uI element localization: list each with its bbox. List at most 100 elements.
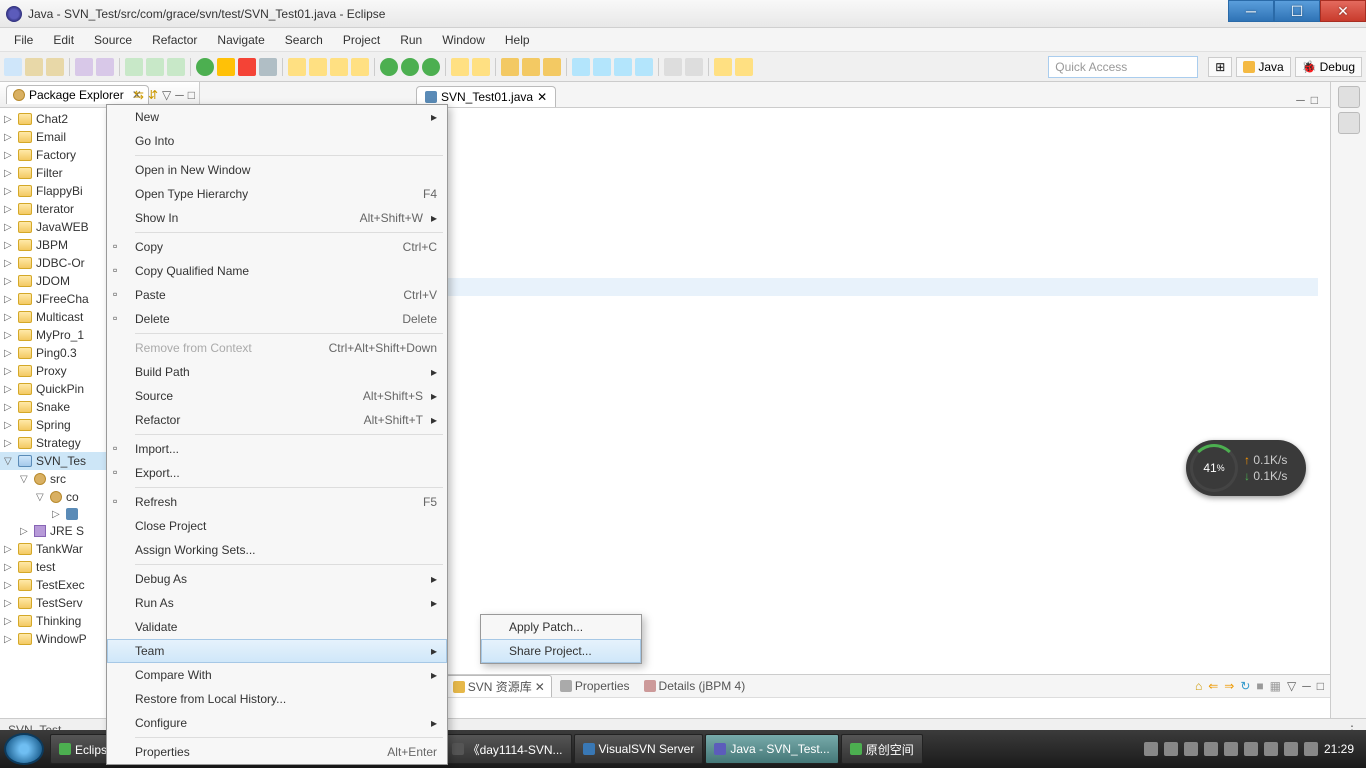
- menu-item-build-path[interactable]: Build Path▸: [107, 360, 447, 384]
- step-return-icon[interactable]: [330, 58, 348, 76]
- tool-icon[interactable]: [167, 58, 185, 76]
- details-tab[interactable]: Details (jBPM 4): [638, 677, 752, 695]
- stop-icon[interactable]: ■: [1256, 679, 1263, 693]
- back-icon[interactable]: ⇐: [1208, 679, 1218, 693]
- open-type-icon[interactable]: [501, 58, 519, 76]
- open-perspective-button[interactable]: ⊞: [1208, 57, 1232, 77]
- menu-run[interactable]: Run: [390, 30, 432, 50]
- new-package-icon[interactable]: [451, 58, 469, 76]
- resume-icon[interactable]: [196, 58, 214, 76]
- tray-icon[interactable]: [1264, 742, 1278, 756]
- forward-icon[interactable]: ⇒: [1224, 679, 1234, 693]
- menu-refactor[interactable]: Refactor: [142, 30, 207, 50]
- tray-icon[interactable]: [1244, 742, 1258, 756]
- menu-item-paste[interactable]: ▫PasteCtrl+V: [107, 283, 447, 307]
- menu-item-properties[interactable]: PropertiesAlt+Enter: [107, 740, 447, 764]
- tool-icon[interactable]: [593, 58, 611, 76]
- menu-item-close-project[interactable]: Close Project: [107, 514, 447, 538]
- home-icon[interactable]: ⌂: [1195, 679, 1202, 693]
- network-widget[interactable]: 41% 0.1K/s 0.1K/s: [1186, 440, 1306, 496]
- menu-navigate[interactable]: Navigate: [207, 30, 274, 50]
- stop-icon[interactable]: [238, 58, 256, 76]
- new-class-icon[interactable]: [472, 58, 490, 76]
- menu-window[interactable]: Window: [432, 30, 495, 50]
- menu-item-new[interactable]: New▸: [107, 105, 447, 129]
- tool-icon[interactable]: [664, 58, 682, 76]
- run-icon[interactable]: [401, 58, 419, 76]
- search-icon[interactable]: [543, 58, 561, 76]
- maximize-button[interactable]: ☐: [1274, 0, 1320, 22]
- task-list-icon[interactable]: [1338, 112, 1360, 134]
- menu-source[interactable]: Source: [84, 30, 142, 50]
- view-menu-icon[interactable]: ▽: [162, 88, 171, 102]
- taskbar-item[interactable]: Java - SVN_Test...: [705, 734, 838, 764]
- menu-item-validate[interactable]: Validate: [107, 615, 447, 639]
- close-icon[interactable]: ✕: [537, 90, 547, 104]
- menu-item-restore-from-local-history-[interactable]: Restore from Local History...: [107, 687, 447, 711]
- menu-item-delete[interactable]: ▫DeleteDelete: [107, 307, 447, 331]
- clock[interactable]: 21:29: [1324, 742, 1354, 756]
- submenu-item-apply-patch-[interactable]: Apply Patch...: [481, 615, 641, 639]
- menu-item-copy-qualified-name[interactable]: ▫Copy Qualified Name: [107, 259, 447, 283]
- properties-tab[interactable]: Properties: [554, 677, 636, 695]
- menu-file[interactable]: File: [4, 30, 43, 50]
- tool-icon[interactable]: ▦: [1270, 679, 1281, 693]
- close-icon[interactable]: ✕: [535, 680, 545, 694]
- link-editor-icon[interactable]: ⇵: [148, 88, 158, 102]
- minimize-view-icon[interactable]: ─: [175, 88, 184, 102]
- tray-icon[interactable]: [1184, 742, 1198, 756]
- collapse-all-icon[interactable]: ⇆: [134, 88, 144, 102]
- quick-access-input[interactable]: Quick Access: [1048, 56, 1198, 78]
- taskbar-item[interactable]: 《day1114-SVN...: [443, 734, 572, 764]
- menu-item-copy[interactable]: ▫CopyCtrl+C: [107, 235, 447, 259]
- maximize-editor-icon[interactable]: □: [1311, 93, 1318, 107]
- new-icon[interactable]: [4, 58, 22, 76]
- menu-item-debug-as[interactable]: Debug As▸: [107, 567, 447, 591]
- menu-item-team[interactable]: Team▸: [107, 639, 447, 663]
- menu-item-import-[interactable]: ▫Import...: [107, 437, 447, 461]
- svn-repo-tab[interactable]: SVN 资源库✕: [446, 675, 552, 697]
- menu-item-compare-with[interactable]: Compare With▸: [107, 663, 447, 687]
- minimize-view-icon[interactable]: ─: [1302, 679, 1311, 693]
- submenu-item-share-project-[interactable]: Share Project...: [481, 639, 641, 663]
- tray-icon[interactable]: [1144, 742, 1158, 756]
- volume-icon[interactable]: [1304, 742, 1318, 756]
- menu-project[interactable]: Project: [333, 30, 390, 50]
- refresh-icon[interactable]: ↻: [1240, 679, 1250, 693]
- maximize-view-icon[interactable]: □: [188, 88, 195, 102]
- step-into-icon[interactable]: [288, 58, 306, 76]
- save-icon[interactable]: [25, 58, 43, 76]
- tray-icon[interactable]: [1204, 742, 1218, 756]
- open-task-icon[interactable]: [522, 58, 540, 76]
- tray-icon[interactable]: [1224, 742, 1238, 756]
- menu-item-export-[interactable]: ▫Export...: [107, 461, 447, 485]
- maximize-view-icon[interactable]: □: [1317, 679, 1324, 693]
- run-last-icon[interactable]: [422, 58, 440, 76]
- menu-item-run-as[interactable]: Run As▸: [107, 591, 447, 615]
- view-menu-icon[interactable]: ▽: [1287, 679, 1296, 693]
- close-button[interactable]: ✕: [1320, 0, 1366, 22]
- tool-icon[interactable]: [125, 58, 143, 76]
- tool-icon[interactable]: [75, 58, 93, 76]
- tool-icon[interactable]: [146, 58, 164, 76]
- start-button[interactable]: [4, 733, 44, 765]
- forward-icon[interactable]: [735, 58, 753, 76]
- menu-item-configure[interactable]: Configure▸: [107, 711, 447, 735]
- menu-item-assign-working-sets-[interactable]: Assign Working Sets...: [107, 538, 447, 562]
- tool-icon[interactable]: [96, 58, 114, 76]
- menu-item-show-in[interactable]: Show InAlt+Shift+W▸: [107, 206, 447, 230]
- menu-item-refactor[interactable]: RefactorAlt+Shift+T▸: [107, 408, 447, 432]
- back-icon[interactable]: [714, 58, 732, 76]
- menu-edit[interactable]: Edit: [43, 30, 84, 50]
- tool-icon[interactable]: [614, 58, 632, 76]
- tool-icon[interactable]: [635, 58, 653, 76]
- menu-search[interactable]: Search: [275, 30, 333, 50]
- taskbar-item[interactable]: VisualSVN Server: [574, 734, 704, 764]
- menu-item-open-type-hierarchy[interactable]: Open Type HierarchyF4: [107, 182, 447, 206]
- outline-icon[interactable]: [1338, 86, 1360, 108]
- menu-help[interactable]: Help: [495, 30, 540, 50]
- minimize-button[interactable]: ─: [1228, 0, 1274, 22]
- step-over-icon[interactable]: [309, 58, 327, 76]
- menu-item-refresh[interactable]: ▫RefreshF5: [107, 490, 447, 514]
- tool-icon[interactable]: [685, 58, 703, 76]
